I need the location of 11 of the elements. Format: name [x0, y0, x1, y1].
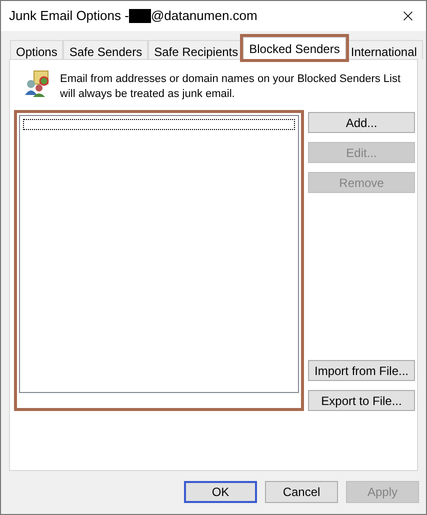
action-button[interactable]: Export to File... — [308, 390, 415, 411]
tab[interactable]: Options — [10, 40, 64, 59]
tab[interactable]: Blocked Senders — [243, 37, 346, 59]
action-button[interactable]: Import from File... — [308, 360, 415, 381]
window-title: Junk Email Options - — [9, 7, 129, 26]
description-text: Email from addresses or domain names on your Blocked Senders List will always be treated as junk email. — [60, 72, 402, 102]
action-button[interactable]: Add... — [308, 112, 415, 133]
tab[interactable]: Safe Senders — [63, 40, 148, 59]
dialog-button[interactable]: Cancel — [265, 481, 338, 503]
window-title: @datanumen.com — [150, 7, 258, 26]
dialog-button[interactable]: OK — [184, 481, 257, 503]
